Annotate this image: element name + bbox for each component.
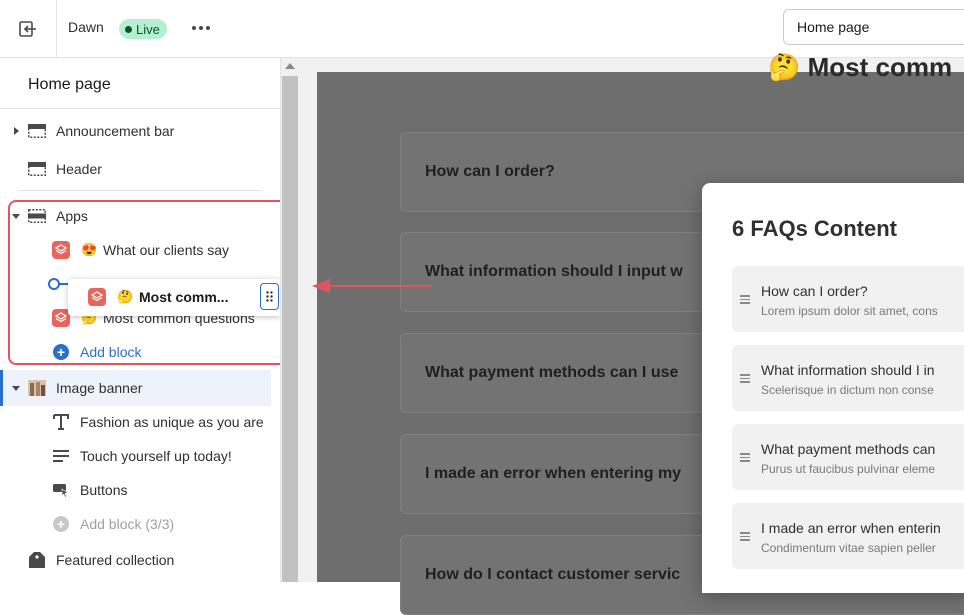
faq-item-question: What information should I in — [761, 362, 935, 378]
section-header-icon — [28, 124, 46, 138]
drag-handle-icon[interactable] — [740, 374, 750, 383]
faq-content-item[interactable]: How can I order? Lorem ipsum dolor sit a… — [732, 266, 964, 332]
theme-name: Dawn — [68, 19, 104, 35]
top-bar: Dawn Live Home page — [0, 0, 964, 58]
faq-item-question: What payment methods can — [761, 441, 936, 457]
collection-tag-icon — [29, 552, 45, 568]
heading-emoji: 🤔 — [768, 52, 801, 82]
sidebar-item-image-banner[interactable]: Image banner — [0, 371, 280, 405]
exit-button[interactable] — [0, 0, 57, 57]
preview-section-heading: 🤔 Most comm — [768, 52, 953, 82]
sidebar-block-label: Touch yourself up today! — [80, 448, 232, 464]
faq-question: How do I contact customer servic — [425, 566, 681, 583]
add-circle-icon: + — [53, 516, 69, 532]
faq-content-popover: 6 FAQs Content How can I order? Lorem ip… — [702, 183, 964, 593]
section-header-icon — [28, 162, 46, 176]
sidebar-item-header[interactable]: Header — [0, 152, 280, 186]
sidebar-item-label: Announcement bar — [56, 123, 175, 139]
sidebar-item-featured-collection[interactable]: Featured collection — [0, 543, 280, 577]
faq-question: How can I order? — [425, 163, 555, 180]
annotation-arrow — [330, 285, 432, 287]
drag-handle-icon[interactable] — [740, 453, 750, 462]
chevron-right-icon[interactable] — [14, 127, 19, 135]
text-icon — [53, 414, 69, 430]
faq-item-answer: Condimentum vitae sapien peller — [761, 541, 936, 555]
sidebar: Home page Announcement bar Header Apps 😍 — [0, 58, 281, 582]
sidebar-item-label: Header — [56, 161, 102, 177]
more-actions-button[interactable] — [189, 18, 213, 38]
image-banner-thumbnail-icon — [28, 380, 46, 396]
faq-item-question: I made an error when enterin — [761, 520, 941, 536]
divider — [0, 108, 280, 109]
page-selector-value: Home page — [797, 19, 870, 35]
drag-handle-icon[interactable] — [740, 295, 750, 304]
buttons-icon — [53, 484, 69, 497]
sidebar-item-announcement-bar[interactable]: Announcement bar — [0, 114, 280, 148]
faq-item-answer: Purus ut faucibus pulvinar eleme — [761, 462, 936, 476]
more-dot-icon — [199, 26, 203, 30]
sidebar-block-text[interactable]: Touch yourself up today! — [0, 439, 280, 473]
status-badge-label: Live — [136, 21, 160, 37]
add-block-label: Add block (3/3) — [80, 516, 175, 532]
sidebar-item-label: Image banner — [56, 380, 143, 396]
scrollbar-thumb[interactable] — [282, 76, 298, 582]
faq-question: What payment methods can I use — [425, 364, 679, 381]
sidebar-block-label: Fashion as unique as you are — [80, 414, 264, 430]
paragraph-icon — [53, 450, 69, 462]
divider — [18, 190, 262, 191]
faq-question: What information should I input w — [425, 263, 683, 280]
scroll-up-arrow-icon[interactable] — [285, 63, 295, 69]
exit-icon — [19, 20, 36, 37]
faq-content-item[interactable]: I made an error when enterin Condimentum… — [732, 503, 964, 569]
drag-handle-icon[interactable] — [740, 532, 750, 541]
faq-question: I made an error when entering my — [425, 465, 682, 482]
faq-content-item[interactable]: What information should I in Scelerisque… — [732, 345, 964, 411]
popover-title: 6 FAQs Content — [732, 216, 898, 241]
faq-item-question: How can I order? — [761, 283, 868, 299]
add-block-button-disabled: + Add block (3/3) — [0, 507, 280, 541]
sidebar-item-label: Featured collection — [56, 552, 175, 568]
arrow-left-icon — [312, 279, 330, 293]
more-dot-icon — [206, 26, 210, 30]
more-dot-icon — [192, 26, 196, 30]
faq-item-answer: Scelerisque in dictum non conse — [761, 383, 934, 397]
page-selector[interactable]: Home page — [783, 9, 964, 45]
live-dot-icon — [125, 25, 132, 33]
apps-highlight-frame — [8, 200, 280, 365]
status-badge: Live — [119, 19, 167, 39]
faq-content-item[interactable]: What payment methods can Purus ut faucib… — [732, 424, 964, 490]
chevron-down-icon[interactable] — [12, 385, 20, 391]
sidebar-title: Home page — [28, 76, 111, 93]
sidebar-block-buttons[interactable]: Buttons — [0, 473, 280, 507]
faq-item-answer: Lorem ipsum dolor sit amet, cons — [761, 304, 938, 318]
sidebar-block-heading[interactable]: Fashion as unique as you are — [0, 405, 280, 439]
sidebar-block-label: Buttons — [80, 482, 128, 498]
